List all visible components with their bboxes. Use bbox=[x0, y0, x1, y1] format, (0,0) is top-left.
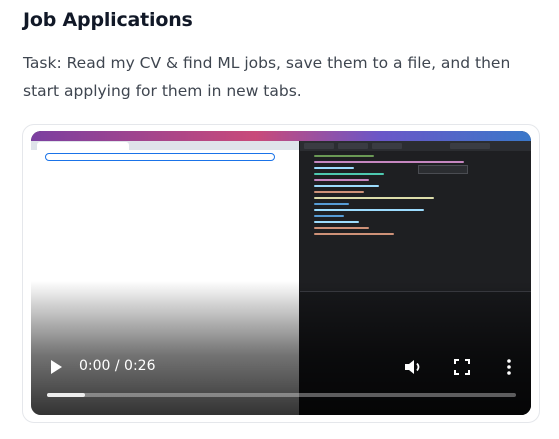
more-vertical-icon bbox=[507, 359, 511, 375]
more-options-button[interactable] bbox=[505, 358, 513, 376]
section-title: Job Applications bbox=[23, 9, 193, 31]
video-player[interactable]: 0:00 / 0:26 bbox=[31, 131, 531, 415]
video-card: 0:00 / 0:26 bbox=[22, 124, 540, 423]
play-button[interactable] bbox=[48, 359, 64, 375]
volume-icon bbox=[405, 360, 420, 374]
progress-buffered bbox=[47, 393, 85, 397]
task-description: Task: Read my CV & find ML jobs, save th… bbox=[23, 54, 511, 100]
video-frame-address-bar bbox=[45, 153, 275, 161]
fullscreen-icon bbox=[454, 359, 470, 375]
progress-bar[interactable] bbox=[47, 393, 516, 397]
time-display: 0:00 / 0:26 bbox=[79, 358, 156, 374]
volume-button[interactable] bbox=[404, 359, 424, 375]
video-frame-topbar bbox=[31, 131, 531, 141]
fullscreen-button[interactable] bbox=[454, 359, 470, 375]
play-icon bbox=[51, 360, 62, 374]
